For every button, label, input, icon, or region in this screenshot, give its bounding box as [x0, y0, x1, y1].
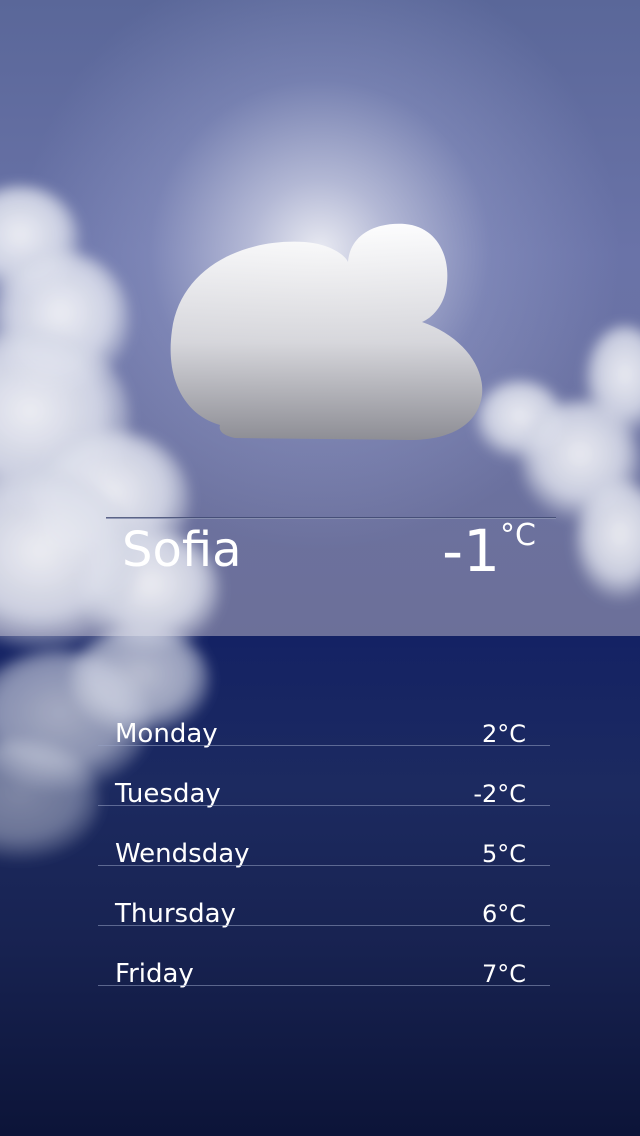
forecast-temp: 2°C [481, 720, 526, 748]
forecast-day: Tuesday [115, 779, 221, 809]
row-divider [98, 985, 550, 986]
forecast-temp: 6°C [481, 900, 526, 928]
cloud-icon [170, 223, 483, 440]
forecast-temp: 7°C [481, 960, 526, 988]
forecast-day: Thursday [115, 899, 236, 929]
forecast-row[interactable]: Thursday 6°C [98, 892, 550, 952]
forecast-day: Wendsday [115, 839, 250, 869]
row-divider [98, 745, 550, 746]
forecast-temp: 5°C [481, 840, 526, 868]
row-divider [98, 925, 550, 926]
forecast-day: Monday [115, 719, 218, 749]
current-temperature-unit: °C [500, 518, 536, 553]
current-temperature: -1 [442, 517, 500, 585]
forecast-row[interactable]: Friday 7°C [98, 952, 550, 1012]
forecast-row[interactable]: Wendsday 5°C [98, 832, 550, 892]
row-divider [98, 865, 550, 866]
forecast-row[interactable]: Tuesday -2°C [98, 772, 550, 832]
city-name: Sofia [122, 522, 242, 578]
weather-screen: Sofia -1 °C Monday 2°C Tuesday -2°C Wend… [0, 0, 640, 1136]
forecast-temp: -2°C [473, 780, 526, 808]
row-divider [98, 805, 550, 806]
forecast-row[interactable]: Monday 2°C [98, 712, 550, 772]
forecast-list: Monday 2°C Tuesday -2°C Wendsday 5°C Thu… [98, 712, 550, 1012]
forecast-day: Friday [115, 959, 194, 989]
